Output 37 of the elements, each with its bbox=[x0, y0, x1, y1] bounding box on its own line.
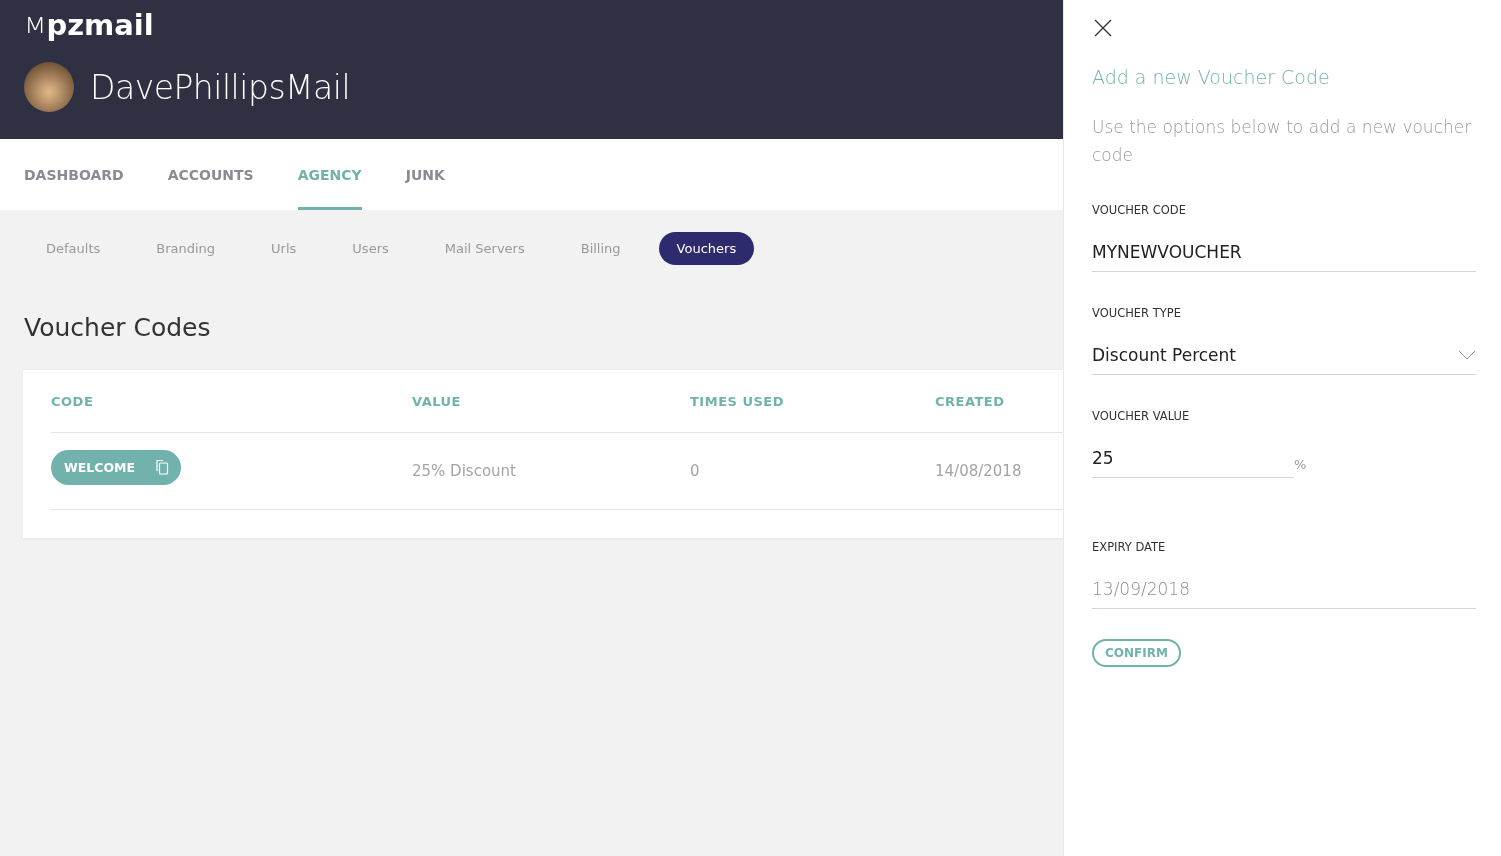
logo: M pzmail bbox=[24, 8, 155, 42]
sub-tab[interactable]: Branding bbox=[138, 232, 234, 265]
nav-tab[interactable]: AGENCY bbox=[297, 139, 362, 210]
column-header: CODE bbox=[51, 393, 95, 409]
voucher-code-button[interactable]: WELCOME bbox=[51, 449, 182, 485]
select-field[interactable]: Discount Percent bbox=[1092, 336, 1476, 375]
sub-tab[interactable]: Defaults bbox=[28, 232, 119, 265]
sub-tab[interactable]: Users bbox=[334, 232, 407, 265]
panel-description: Use the options below to add a new voucher code bbox=[1092, 116, 1473, 167]
table-cell-text: 14/08/2018 bbox=[935, 462, 1023, 480]
account-name: DavePhillipsMail bbox=[90, 67, 351, 107]
unit-label: % bbox=[1294, 457, 1307, 474]
date-field[interactable]: 13/09/2018 bbox=[1092, 570, 1476, 609]
input-field[interactable]: 25 bbox=[1092, 439, 1294, 478]
nav-tab[interactable]: JUNK bbox=[405, 139, 445, 210]
input-field[interactable]: MYNEWVOUCHER bbox=[1092, 233, 1476, 272]
panel-title: Add a new Voucher Code bbox=[1092, 66, 1331, 88]
sub-tab[interactable]: Billing bbox=[562, 232, 639, 265]
table-cell-text: 25% Discount bbox=[412, 462, 517, 480]
field-label: VOUCHER CODE bbox=[1092, 203, 1187, 217]
nav-tab[interactable]: DASHBOARD bbox=[24, 139, 124, 210]
column-header: TIMES USED bbox=[690, 393, 785, 409]
avatar-icon bbox=[24, 62, 74, 112]
sub-tab[interactable]: Mail Servers bbox=[426, 232, 543, 265]
sub-tab[interactable]: Vouchers bbox=[658, 232, 755, 265]
nav-tab[interactable]: ACCOUNTS bbox=[167, 139, 254, 210]
field-label: EXPIRY DATE bbox=[1092, 540, 1167, 554]
column-header: VALUE bbox=[412, 393, 462, 409]
field-label: VOUCHER VALUE bbox=[1092, 409, 1191, 423]
sub-tab[interactable]: Urls bbox=[253, 232, 315, 265]
confirm-button[interactable]: CONFIRM bbox=[1092, 639, 1181, 667]
page-title: Voucher Codes bbox=[24, 313, 212, 342]
column-header: CREATED bbox=[935, 393, 1006, 409]
table-cell-text: 0 bbox=[690, 462, 701, 480]
copy-icon bbox=[155, 459, 170, 475]
field-label: VOUCHER TYPE bbox=[1092, 306, 1182, 320]
chevron-down-icon bbox=[1458, 350, 1476, 360]
